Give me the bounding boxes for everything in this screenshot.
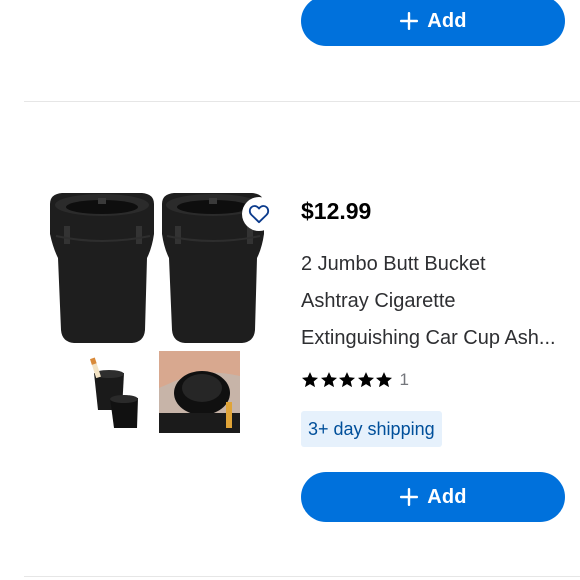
star-filled-icon (301, 372, 319, 388)
item-divider (24, 576, 580, 577)
product-list: Add $12.99 2 Jumbo Butt Bucket Ashtray C… (0, 0, 580, 580)
product-image[interactable] (44, 188, 270, 438)
product-title-line: Extinguishing Car Cup Ash... (301, 327, 556, 349)
item-divider (24, 101, 580, 102)
add-button-label: Add (427, 485, 467, 508)
shipping-badge: 3+ day shipping (301, 411, 442, 447)
product-title[interactable]: 2 Jumbo Butt Bucket Ashtray Cigarette Ex… (301, 246, 569, 357)
plus-icon (400, 488, 419, 506)
inset-car-photo (159, 351, 240, 433)
star-filled-icon (357, 372, 374, 388)
star-filled-icon (375, 372, 393, 388)
product-title-line: Ashtray Cigarette (301, 290, 456, 312)
product-rating: 1 (301, 368, 409, 392)
add-button-label: Add (427, 9, 467, 32)
add-to-cart-button[interactable]: Add (301, 472, 565, 522)
inset-small-cups (90, 357, 138, 428)
ashtray-cup-left (50, 193, 154, 343)
heart-outline-icon (248, 205, 270, 224)
plus-icon (400, 12, 419, 30)
star-rating (301, 371, 394, 389)
add-to-cart-button-previous[interactable]: Add (301, 0, 565, 46)
review-count: 1 (399, 370, 409, 389)
product-price: $12.99 (301, 198, 372, 224)
star-filled-icon (320, 372, 337, 388)
favorite-button[interactable] (242, 197, 276, 231)
star-filled-icon (338, 372, 356, 388)
product-title-line: 2 Jumbo Butt Bucket (301, 253, 486, 275)
